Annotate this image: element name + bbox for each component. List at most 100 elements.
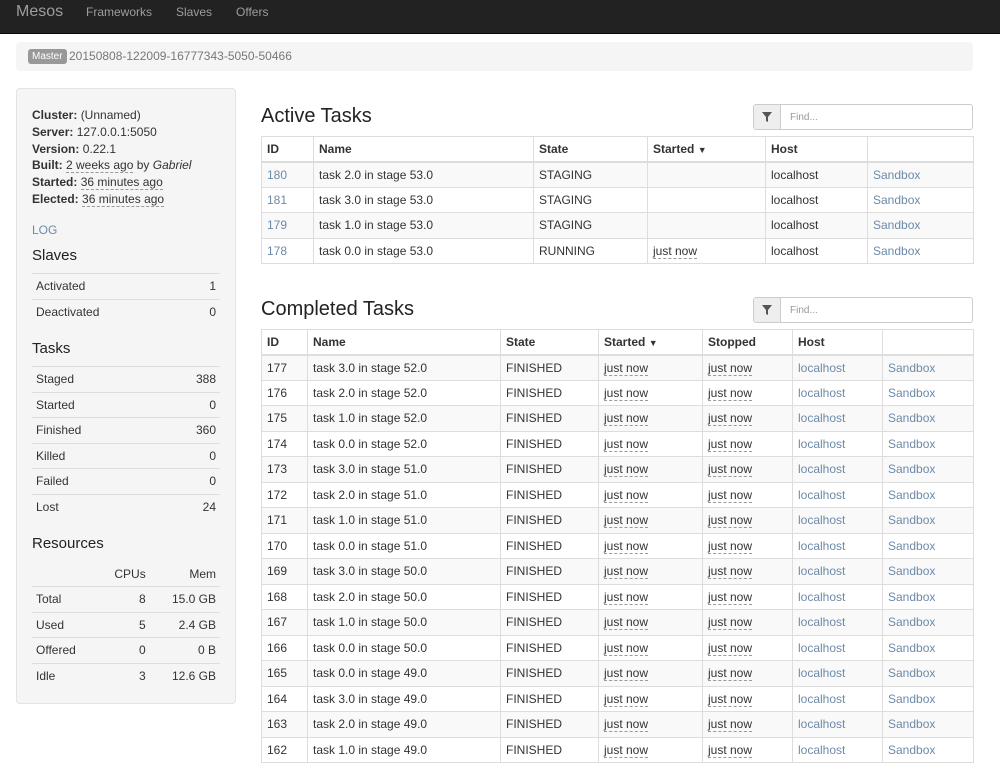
nav-slaves[interactable]: Slaves — [176, 5, 212, 19]
slaves-label: Deactivated — [32, 298, 188, 325]
nav-offers[interactable]: Offers — [236, 5, 268, 19]
col-stopped[interactable]: Stopped — [702, 329, 793, 356]
task-stopped-value: just now — [708, 640, 753, 656]
filter-icon — [754, 105, 781, 129]
sandbox-link[interactable]: Sandbox — [882, 379, 974, 406]
host-link[interactable]: localhost — [792, 634, 883, 661]
started-label: Started: — [32, 175, 78, 190]
task-id-link[interactable]: 179 — [261, 212, 314, 239]
sandbox-link[interactable]: Sandbox — [882, 507, 974, 534]
nav-frameworks[interactable]: Frameworks — [86, 5, 152, 19]
sandbox-link[interactable]: Sandbox — [882, 685, 974, 712]
host-link[interactable]: localhost — [792, 711, 883, 738]
tasks-summary-table: Staged 388 Started 0 Finished 360 Killed… — [32, 366, 220, 520]
task-started: just now — [598, 685, 703, 712]
sandbox-link[interactable]: Sandbox — [867, 161, 974, 188]
col-host[interactable]: Host — [765, 136, 868, 163]
host-link[interactable]: localhost — [792, 430, 883, 457]
completed-tasks-search-input[interactable] — [782, 298, 971, 322]
col-state[interactable]: State — [500, 329, 599, 356]
col-id[interactable]: ID — [261, 329, 308, 356]
task-state: FINISHED — [500, 634, 599, 661]
sandbox-link[interactable]: Sandbox — [882, 481, 974, 508]
sandbox-link[interactable]: Sandbox — [882, 634, 974, 661]
task-started: just now — [598, 481, 703, 508]
task-stopped: just now — [702, 711, 793, 738]
sort-down-icon: ▼ — [697, 144, 707, 155]
task-id: 170 — [261, 532, 308, 559]
task-started-value: just now — [604, 615, 649, 631]
col-host[interactable]: Host — [792, 329, 883, 356]
sandbox-link[interactable]: Sandbox — [882, 354, 974, 381]
host-link[interactable]: localhost — [792, 481, 883, 508]
host-link[interactable]: localhost — [792, 405, 883, 432]
sandbox-link[interactable]: Sandbox — [867, 237, 974, 264]
sandbox-link[interactable]: Sandbox — [882, 430, 974, 457]
task-id-link[interactable]: 178 — [261, 237, 314, 264]
sandbox-link[interactable]: Sandbox — [882, 736, 974, 763]
log-link[interactable]: LOG — [32, 223, 57, 237]
host-link[interactable]: localhost — [792, 685, 883, 712]
active-tasks-search-input[interactable] — [782, 105, 971, 129]
task-stopped-value: just now — [708, 360, 753, 376]
task-started: just now — [598, 583, 703, 610]
sandbox-link[interactable]: Sandbox — [867, 212, 974, 239]
task-started-value: just now — [604, 360, 649, 376]
host-link[interactable]: localhost — [792, 354, 883, 381]
resources-cpus: 0 — [96, 637, 150, 663]
task-state: FINISHED — [500, 430, 599, 457]
resources-cpus: 8 — [96, 586, 150, 612]
sandbox-link[interactable]: Sandbox — [882, 711, 974, 738]
task-id-link[interactable]: 181 — [261, 186, 314, 213]
built-label: Built: — [32, 158, 63, 173]
task-name: task 0.0 in stage 53.0 — [313, 237, 534, 264]
sandbox-link[interactable]: Sandbox — [882, 583, 974, 610]
task-id-link[interactable]: 180 — [261, 161, 314, 188]
slaves-value: 1 — [187, 273, 220, 299]
sandbox-link[interactable]: Sandbox — [882, 456, 974, 483]
col-state[interactable]: State — [533, 136, 648, 163]
host-link[interactable]: localhost — [792, 456, 883, 483]
task-started-value: just now — [604, 691, 649, 707]
brand-logo[interactable]: Mesos — [16, 3, 63, 21]
task-name: task 3.0 in stage 49.0 — [307, 685, 501, 712]
resources-header — [32, 561, 97, 587]
cluster-value: (Unnamed) — [80, 108, 141, 122]
sandbox-link[interactable]: Sandbox — [867, 186, 974, 213]
col-name[interactable]: Name — [307, 329, 501, 356]
host-link[interactable]: localhost — [792, 379, 883, 406]
table-row: 175 task 1.0 in stage 52.0 FINISHED just no… — [261, 405, 974, 432]
host-link[interactable]: localhost — [792, 736, 883, 763]
task-stopped-value: just now — [708, 742, 753, 758]
host-link[interactable]: localhost — [792, 609, 883, 636]
host-link[interactable]: localhost — [792, 558, 883, 585]
task-state: STAGING — [533, 161, 648, 188]
table-row: 178 task 0.0 in stage 53.0 RUNNING just … — [261, 237, 974, 264]
col-id[interactable]: ID — [261, 136, 314, 163]
col-started[interactable]: Started ▼ — [647, 136, 766, 163]
task-state: FINISHED — [500, 660, 599, 687]
table-row: 170 task 0.0 in stage 51.0 FINISHED just no… — [261, 532, 974, 559]
host-link[interactable]: localhost — [792, 532, 883, 559]
task-id: 163 — [261, 711, 308, 738]
col-started[interactable]: Started ▼ — [598, 329, 703, 356]
sandbox-link[interactable]: Sandbox — [882, 405, 974, 432]
sandbox-link[interactable]: Sandbox — [882, 609, 974, 636]
resources-mem: 15.0 GB — [149, 586, 220, 612]
tasks-summary-value: 0 — [155, 391, 220, 418]
task-state: FINISHED — [500, 481, 599, 508]
col-name[interactable]: Name — [313, 136, 534, 163]
version-line: Version: 0.22.1 — [32, 141, 227, 158]
sandbox-link[interactable]: Sandbox — [882, 660, 974, 687]
host-link[interactable]: localhost — [792, 583, 883, 610]
task-stopped-value: just now — [708, 385, 753, 401]
tasks-summary-value: 360 — [155, 417, 220, 443]
sandbox-link[interactable]: Sandbox — [882, 558, 974, 585]
sandbox-link[interactable]: Sandbox — [882, 532, 974, 559]
host-link[interactable]: localhost — [792, 660, 883, 687]
task-started-value: just now — [604, 411, 649, 427]
task-name: task 2.0 in stage 53.0 — [313, 161, 534, 188]
host-link[interactable]: localhost — [792, 507, 883, 534]
task-stopped-value: just now — [708, 411, 753, 427]
task-host: localhost — [765, 161, 868, 188]
